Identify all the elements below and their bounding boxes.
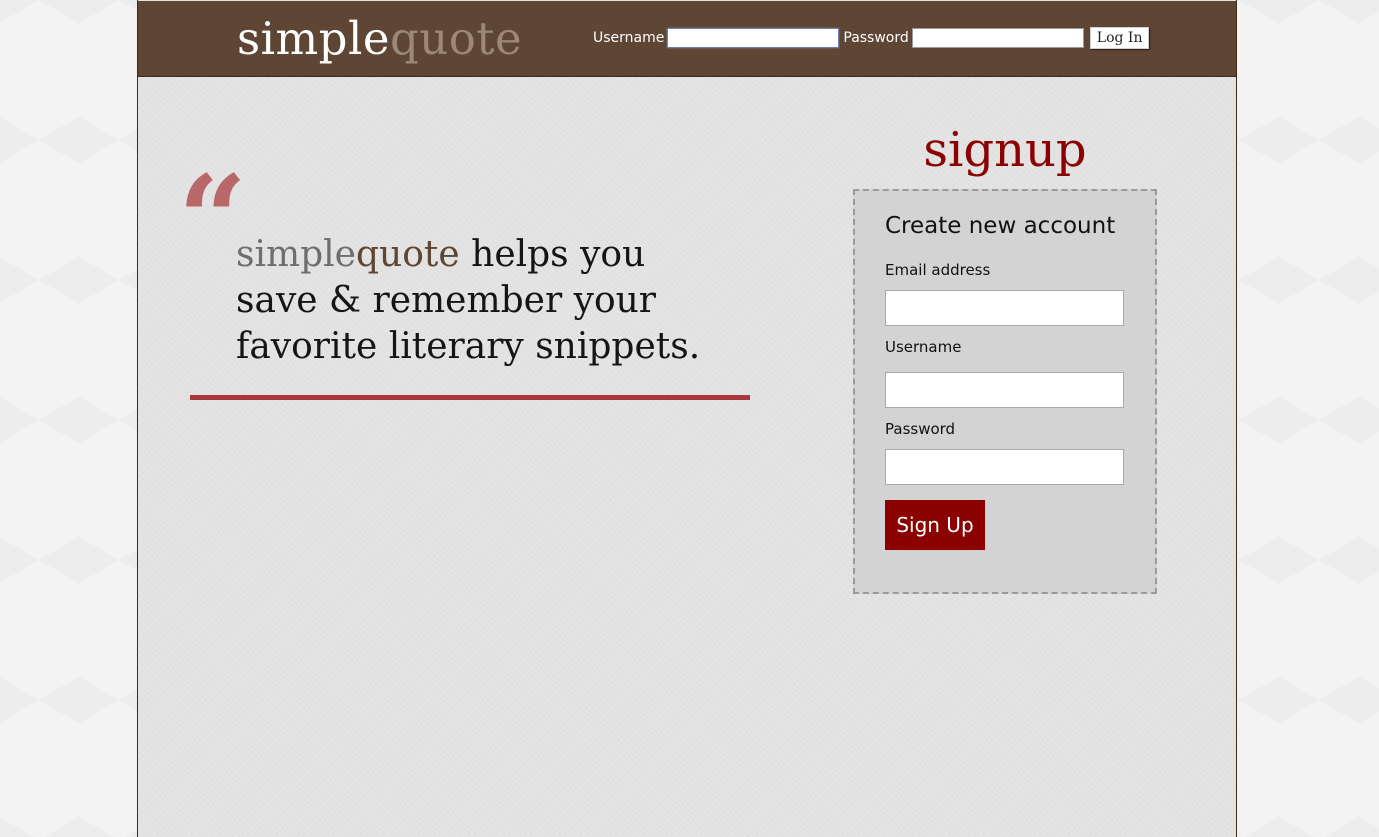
tagline-line3: favorite literary snippets.	[236, 326, 701, 367]
login-username-input[interactable]	[667, 28, 840, 48]
tagline: simplequote helps you save & remember yo…	[236, 232, 796, 370]
login-form: Username Password Log In	[593, 26, 1150, 50]
page-container: simplequote Username Password Log In “ s…	[137, 0, 1237, 837]
signup-password-label: Password	[885, 420, 956, 438]
site-header: simplequote Username Password Log In	[138, 1, 1236, 77]
logo-text-simple: simple	[237, 12, 390, 65]
site-logo[interactable]: simplequote	[237, 11, 522, 67]
signup-password-field[interactable]	[885, 449, 1124, 485]
email-field[interactable]	[885, 290, 1124, 326]
logo-text-quote: quote	[390, 12, 523, 65]
signup-username-field[interactable]	[885, 372, 1124, 408]
signup-form: Create new account Email address Usernam…	[853, 189, 1157, 594]
tagline-brand-simple: simple	[236, 234, 356, 275]
sign-up-button[interactable]: Sign Up	[885, 500, 985, 550]
login-password-input[interactable]	[911, 28, 1084, 48]
signup-title: signup	[923, 122, 1087, 178]
login-username-label: Username	[593, 30, 665, 46]
tagline-line2: save & remember your	[236, 280, 657, 321]
tagline-brand-quote: quote	[356, 234, 460, 275]
signup-heading: Create new account	[885, 213, 1116, 239]
email-label: Email address	[885, 261, 991, 279]
login-button[interactable]: Log In	[1089, 27, 1150, 49]
login-password-label: Password	[843, 30, 909, 46]
tagline-line1-rest: helps you	[459, 234, 646, 275]
signup-username-label: Username	[885, 338, 962, 356]
tagline-divider	[190, 395, 750, 400]
